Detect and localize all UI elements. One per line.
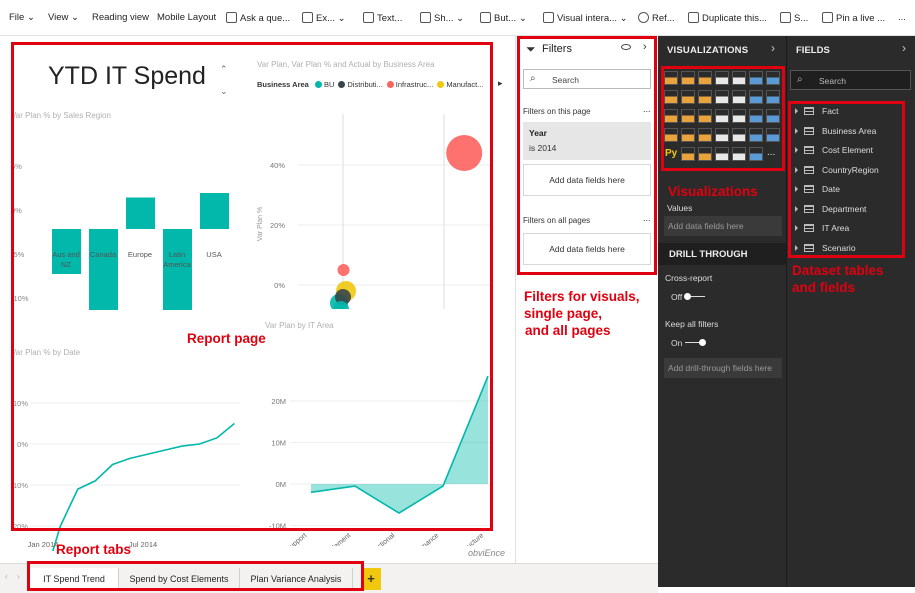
menu-more[interactable]: ... <box>898 12 906 23</box>
shapes-icon <box>420 12 431 23</box>
menu-save[interactable]: S... <box>780 12 808 24</box>
filters-highlight <box>517 36 657 275</box>
refresh-icon <box>638 12 649 23</box>
annotation-filters: Filters for visuals, single page, and al… <box>524 288 640 339</box>
pin-icon <box>822 12 833 23</box>
search-icon: ⌕ <box>797 74 803 85</box>
collapse-filters-arrow-icon[interactable]: ▸ <box>498 78 503 89</box>
export-icon <box>302 12 313 23</box>
menu-pin-live[interactable]: Pin a live ... <box>822 12 885 24</box>
keep-filters-label: Keep all filters <box>665 319 719 329</box>
annotation-dataset-line-1: Dataset tables <box>792 263 884 278</box>
x-category-label: Enablement <box>319 532 352 546</box>
x-tick-label: Jul 2014 <box>129 540 157 549</box>
menu-duplicate[interactable]: Duplicate this... <box>688 12 767 24</box>
textbox-icon <box>363 12 374 23</box>
annotation-filters-line-3: and all pages <box>525 323 611 338</box>
chat-icon <box>226 12 237 23</box>
x-category-label: Governance <box>407 532 441 546</box>
x-tick-label: Jan 2014 <box>28 540 59 549</box>
annotation-visualizations: Visualizations <box>668 184 758 199</box>
drill-through-drop-well[interactable]: Add drill-through fields here <box>664 358 782 378</box>
add-page-button[interactable]: + <box>361 568 381 590</box>
values-drop-well[interactable]: Add data fields here <box>664 216 782 236</box>
menu-reading-view[interactable]: Reading view <box>92 12 149 23</box>
menu-ask-question[interactable]: Ask a que... <box>226 12 290 24</box>
x-category-label: BU Support <box>276 532 308 546</box>
fields-search-placeholder: Search <box>819 76 846 86</box>
cross-report-state: Off <box>671 292 683 302</box>
fields-search-box[interactable]: ⌕ Search <box>790 70 911 90</box>
duplicate-icon <box>688 12 699 23</box>
menu-visual-interactions[interactable]: Visual intera... ⌄ <box>543 12 628 24</box>
watermark-logo: obviEnce <box>468 548 506 558</box>
annotation-filters-line-1: Filters for visuals, <box>524 289 640 304</box>
fields-highlight <box>788 101 905 258</box>
fields-collapse-chevron-icon[interactable]: › <box>902 41 906 55</box>
menu-refresh[interactable]: Ref... <box>638 12 675 24</box>
menu-file[interactable]: File ⌄ <box>9 12 35 23</box>
tab-scroll-right-icon[interactable]: › <box>17 572 20 581</box>
visualizations-header: VISUALIZATIONS <box>667 45 749 56</box>
cross-report-toggle[interactable]: Off <box>671 292 705 302</box>
cross-report-label: Cross-report <box>665 273 713 283</box>
x-category-label: Functional <box>367 532 397 546</box>
button-icon <box>480 12 491 23</box>
menu-view[interactable]: View ⌄ <box>48 12 79 23</box>
toggle-on-icon <box>684 339 706 346</box>
menu-mobile-layout[interactable]: Mobile Layout <box>157 12 216 23</box>
fields-header: FIELDS <box>796 45 830 56</box>
annotation-report-page: Report page <box>187 331 266 346</box>
save-icon <box>780 12 791 23</box>
toggle-off-icon <box>683 293 705 300</box>
keep-filters-state: On <box>671 338 683 348</box>
keep-filters-toggle[interactable]: On <box>671 338 706 348</box>
menu-shapes[interactable]: Sh... ⌄ <box>420 12 464 24</box>
menu-export[interactable]: Ex... ⌄ <box>302 12 346 24</box>
annotation-dataset-line-2: and fields <box>792 280 856 295</box>
interactions-icon <box>543 12 554 23</box>
ribbon-menu-bar: File ⌄ View ⌄ Reading view Mobile Layout… <box>0 0 915 36</box>
annotation-filters-line-2: single page, <box>524 306 603 321</box>
annotation-report-tabs: Report tabs <box>56 542 132 557</box>
values-label: Values <box>667 203 693 213</box>
annotation-dataset: Dataset tables and fields <box>792 262 884 296</box>
menu-buttons[interactable]: But... ⌄ <box>480 12 527 24</box>
drill-through-header: DRILL THROUGH <box>669 249 748 260</box>
report-tabs-highlight <box>27 561 364 591</box>
tab-scroll-left-icon[interactable]: ‹ <box>5 572 8 581</box>
x-category-label: Infrastructure <box>449 532 485 546</box>
menu-text[interactable]: Text... <box>363 12 402 24</box>
report-page-highlight <box>11 42 493 531</box>
visualizations-highlight <box>661 66 785 171</box>
visualizations-collapse-chevron-icon[interactable]: › <box>771 41 775 55</box>
